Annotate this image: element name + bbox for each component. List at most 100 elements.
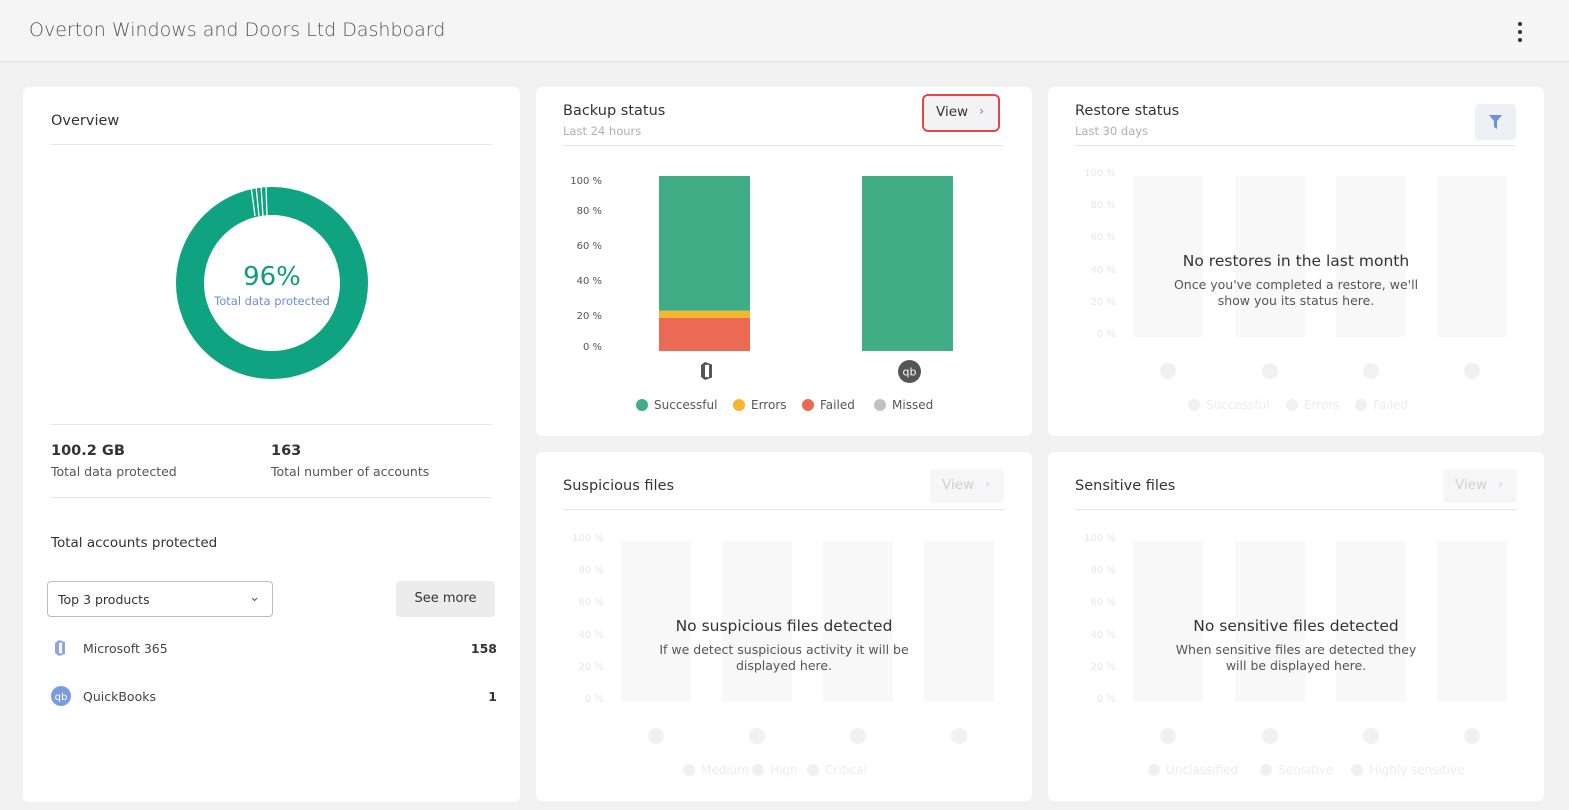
- y-tick-label: 20 %: [1090, 296, 1116, 308]
- legend-item: High: [752, 763, 798, 777]
- empty-state-title: No suspicious files detected: [675, 617, 893, 635]
- placeholder-icon: [1262, 363, 1278, 379]
- placeholder-icon: [1464, 363, 1480, 379]
- bar-failed-0[interactable]: [659, 317, 750, 351]
- legend-dot: [807, 764, 819, 776]
- restore-status-card: Restore status Last 30 days 100 % 80 % 60 …: [1048, 87, 1544, 436]
- legend-item: Medium: [683, 763, 749, 777]
- svg-text:qb: qb: [55, 692, 68, 703]
- list-item[interactable]: qb QuickBooks 1: [51, 685, 497, 709]
- y-tick-label: 100 %: [1084, 533, 1116, 544]
- legend-item-errors[interactable]: Errors: [733, 398, 787, 412]
- legend-label: Highly sensitive: [1369, 763, 1465, 777]
- empty-state-message: Once you've completed a restore, we'll s…: [1173, 277, 1419, 308]
- legend-item-successful[interactable]: Successful: [636, 398, 717, 412]
- filter-icon: [1489, 115, 1502, 129]
- empty-state-message: When sensitive files are detected they w…: [1175, 642, 1417, 673]
- legend-dot: [683, 764, 695, 776]
- legend-label: Successful: [654, 398, 718, 412]
- suspicious-title: Suspicious files: [563, 478, 675, 494]
- backup-status-card: Backup status Last 24 hours View › 100 %…: [536, 87, 1032, 436]
- filter-button[interactable]: [1475, 104, 1516, 140]
- view-label: View: [1455, 477, 1488, 493]
- stat-label-data-protected: Total data protected: [51, 464, 177, 479]
- stat-value-accounts: 163: [271, 443, 302, 459]
- sensitive-view-button[interactable]: View ›: [1443, 469, 1517, 503]
- dropdown-value: Top 3 products: [58, 592, 150, 607]
- legend-label: Unclassified: [1166, 763, 1239, 777]
- sensitive-title: Sensitive files: [1075, 478, 1176, 494]
- more-options-icon[interactable]: [1515, 22, 1525, 42]
- top-bar: Overton Windows and Doors Ltd Dashboard: [0, 0, 1569, 62]
- suspicious-view-button[interactable]: View ›: [930, 469, 1004, 503]
- legend-label: Missed: [892, 398, 934, 412]
- divider: [51, 424, 492, 425]
- y-tick-label: 60 %: [1090, 232, 1116, 244]
- y-tick-label: 80 %: [1090, 200, 1116, 212]
- legend-item-missed[interactable]: Missed: [874, 398, 933, 412]
- legend-label: Failed: [1373, 398, 1409, 412]
- y-tick-label: 80 %: [1090, 565, 1116, 577]
- product-name: Microsoft 365: [83, 641, 168, 656]
- y-tick-label: 20 %: [578, 661, 604, 673]
- quickbooks-icon: qb: [51, 686, 71, 706]
- legend-dot: [1355, 399, 1368, 411]
- suspicious-files-card: Suspicious files View › 100 % 80 % 60 % 40 …: [536, 452, 1032, 801]
- divider: [563, 509, 1004, 510]
- legend-item-failed[interactable]: Failed: [802, 398, 855, 412]
- legend-label: Failed: [820, 398, 855, 412]
- empty-state-title: No sensitive files detected: [1193, 617, 1399, 635]
- restore-subtitle: Last 30 days: [1075, 124, 1149, 138]
- legend-item: Successful: [1188, 398, 1269, 412]
- y-tick-label: 100 %: [1084, 168, 1116, 179]
- y-tick-label: 60 %: [1090, 597, 1116, 609]
- bar-successful-1[interactable]: [862, 176, 953, 351]
- product-name: QuickBooks: [83, 689, 156, 704]
- chevron-down-icon: ⌄: [249, 590, 260, 605]
- placeholder-icon: [1464, 728, 1480, 744]
- legend-dot: [752, 764, 765, 776]
- legend-dot: [1260, 764, 1273, 776]
- product-count: 158: [470, 641, 497, 656]
- see-more-button[interactable]: See more: [396, 581, 495, 617]
- legend-item: Errors: [1286, 398, 1340, 412]
- bar-successful-0[interactable]: [659, 176, 750, 311]
- chevron-right-icon: ›: [1498, 477, 1503, 491]
- placeholder-icon: [749, 728, 765, 744]
- y-tick-label: 20 %: [1090, 661, 1116, 673]
- legend-item: Failed: [1355, 398, 1408, 412]
- donut-percent: 96%: [243, 262, 301, 292]
- placeholder-icon: [1160, 728, 1176, 744]
- divider: [51, 144, 492, 145]
- legend-label: Errors: [1304, 398, 1340, 412]
- placeholder-icon: [951, 728, 967, 744]
- chevron-right-icon: ›: [985, 477, 990, 491]
- view-label: View: [942, 477, 975, 493]
- overview-card: Overview 96% Total data protected 100.2 …: [23, 87, 520, 802]
- legend-dot: [1188, 399, 1200, 411]
- top-products-dropdown[interactable]: Top 3 products ⌄: [47, 581, 273, 617]
- restore-title: Restore status: [1075, 103, 1180, 119]
- sensitive-files-card: Sensitive files View › 100 % 80 % 60 % 40 %…: [1048, 452, 1544, 801]
- empty-state-title: No restores in the last month: [1182, 252, 1410, 270]
- legend-label: Successful: [1206, 398, 1270, 412]
- donut-label: Total data protected: [214, 294, 330, 308]
- legend-dot: [802, 399, 814, 411]
- y-tick-label: 0 %: [1096, 329, 1116, 340]
- list-item[interactable]: Microsoft 365 158: [51, 637, 497, 661]
- y-tick-label: 0 %: [584, 694, 604, 705]
- bar-errors-0[interactable]: [659, 310, 750, 318]
- legend-item: Unclassified: [1148, 763, 1238, 777]
- page-title: Overton Windows and Doors Ltd Dashboard: [29, 19, 446, 41]
- legend-item: Highly sensitive: [1351, 763, 1464, 777]
- legend-label: Sensitive: [1278, 763, 1334, 777]
- overview-title: Overview: [51, 113, 120, 129]
- microsoft-365-icon: [701, 362, 712, 380]
- y-tick-label: 60 %: [578, 597, 604, 609]
- placeholder-icon: [1363, 728, 1379, 744]
- legend-item: Critical: [807, 763, 867, 777]
- legend-label: Medium: [701, 763, 749, 777]
- legend-dot: [733, 399, 745, 411]
- divider: [1075, 509, 1516, 510]
- legend-dot: [1148, 764, 1160, 776]
